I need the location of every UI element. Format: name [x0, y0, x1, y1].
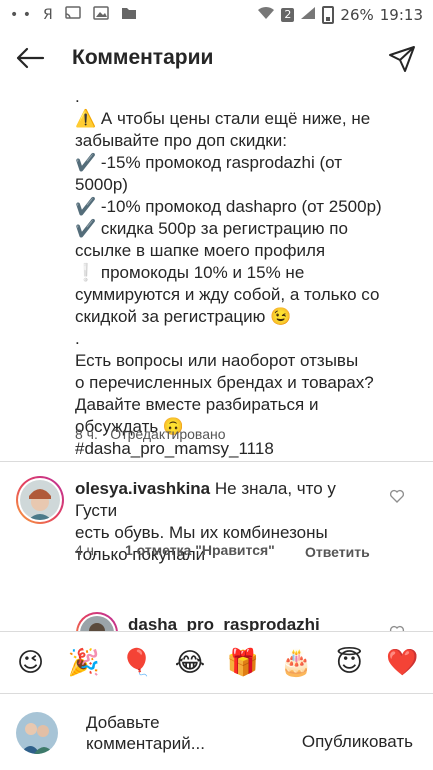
comment-item: dasha_pro_rasprodazhi	[0, 612, 433, 631]
emoji-quick-button[interactable]: 😇	[331, 645, 367, 681]
heart-outline-icon	[389, 625, 405, 631]
like-comment-button[interactable]	[389, 624, 405, 631]
comment-username[interactable]: olesya.ivashkina	[75, 479, 210, 498]
comment-username[interactable]: dasha_pro_rasprodazhi	[128, 615, 320, 631]
caption-line: ⚠️ А чтобы цены стали ещё ниже, не	[75, 109, 371, 128]
comment-text: dasha_pro_rasprodazhi	[128, 614, 428, 631]
emoji-quick-button[interactable]: ❤️	[384, 645, 420, 681]
wifi-icon	[257, 6, 275, 24]
caption-meta: 8 ч. · Отредактировано	[75, 426, 226, 442]
my-avatar	[16, 712, 58, 754]
comment-likes[interactable]: 1 отметка "Нравится"	[125, 542, 305, 562]
emoji-bar: 😉 🎉 🎈 😂 🎁 🎂 😇 ❤️	[0, 631, 433, 693]
signal-icon	[300, 6, 316, 24]
caption-line: суммируются и жду собой, а только со	[75, 285, 380, 304]
caption-line: ✔️ скидка 500р за регистрацию по	[75, 219, 348, 238]
clock: 19:13	[379, 6, 423, 24]
reply-button[interactable]: Ответить	[305, 542, 370, 562]
caption-line: ❕ промокоды 10% и 15% не	[75, 263, 305, 282]
emoji-quick-button[interactable]: 🎁	[225, 645, 261, 681]
share-button[interactable]	[385, 42, 419, 76]
heart-outline-icon	[389, 489, 405, 503]
avatar[interactable]	[16, 476, 64, 524]
emoji-quick-button[interactable]: 🎈	[119, 645, 155, 681]
caption-line: о перечисленных брендах и товарах?	[75, 373, 374, 392]
notification-dots-icon: • •	[10, 7, 31, 23]
comment-input[interactable]: Добавьте комментарий...	[86, 712, 256, 754]
page-title: Комментарии	[72, 46, 214, 69]
publish-button[interactable]: Опубликовать	[302, 732, 413, 752]
avatar[interactable]	[76, 612, 118, 631]
caption-line: Давайте вместе разбираться и	[75, 395, 319, 414]
cast-icon	[64, 6, 81, 24]
header: Комментарии	[0, 30, 433, 86]
caption-line: 5000р)	[75, 175, 128, 194]
battery-percent: 26%	[340, 6, 374, 24]
caption-line: ✔️ -15% промокод rasprodazhi (от	[75, 153, 342, 172]
arrow-left-icon	[16, 47, 45, 69]
comments-list[interactable]: . ⚠️ А чтобы цены стали ещё ниже, не забыв…	[0, 86, 433, 631]
comment-body-line: есть обувь. Мы их комбинезоны	[75, 523, 328, 542]
post-caption: . ⚠️ А чтобы цены стали ещё ниже, не забыв…	[75, 86, 420, 460]
like-comment-button[interactable]	[389, 488, 405, 504]
back-button[interactable]	[0, 30, 60, 86]
caption-line: скидкой за регистрацию 😉	[75, 307, 292, 326]
caption-line: .	[75, 329, 80, 348]
image-icon	[92, 6, 109, 24]
battery-icon	[322, 6, 335, 24]
comment-input-bar: Добавьте комментарий... Опубликовать	[0, 693, 433, 770]
status-bar: • • Я 2 26% 19:13	[0, 0, 433, 30]
caption-line: ✔️ -10% промокод dashapro (от 2500р)	[75, 197, 382, 216]
caption-line: ссылке в шапке моего профиля	[75, 241, 326, 260]
emoji-quick-button[interactable]: 🎂	[278, 645, 314, 681]
folder-icon	[121, 6, 137, 24]
caption-line: .	[75, 87, 80, 106]
carrier-label: Я	[42, 7, 53, 23]
caption-line: забывайте про доп скидки:	[75, 131, 287, 150]
comment-item: olesya.ivashkina Не знала, что у Густи е…	[0, 476, 433, 616]
sim-badge: 2	[281, 8, 295, 22]
emoji-quick-button[interactable]: 😉	[13, 645, 49, 681]
divider	[0, 461, 433, 462]
emoji-quick-button[interactable]: 😂	[172, 645, 208, 681]
comment-meta: 4 ч. 1 отметка "Нравится" Ответить	[75, 542, 370, 562]
paper-plane-icon	[389, 46, 415, 72]
emoji-quick-button[interactable]: 🎉	[66, 645, 102, 681]
comment-time: 4 ч.	[75, 542, 98, 558]
caption-line: Есть вопросы или наоборот отзывы	[75, 351, 359, 370]
